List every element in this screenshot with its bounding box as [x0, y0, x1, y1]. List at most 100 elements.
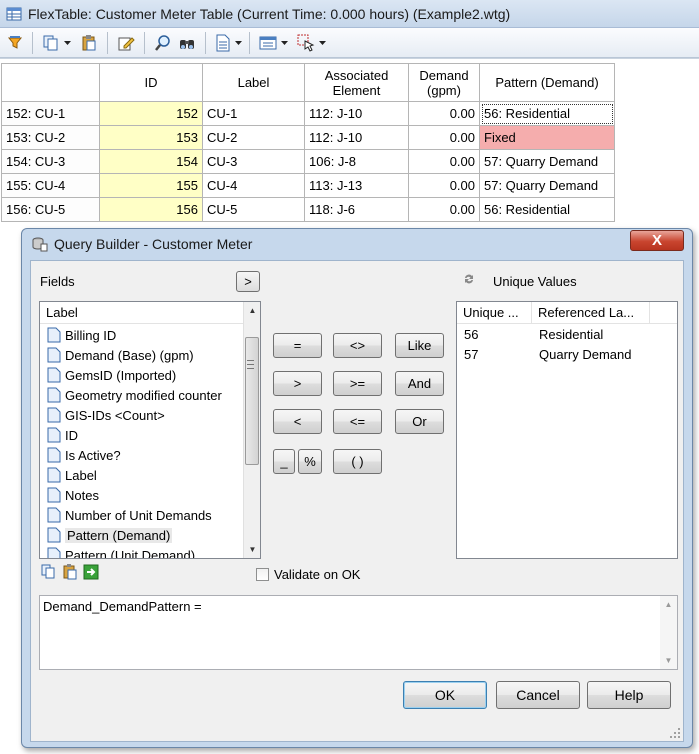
list-item[interactable]: GemsID (Imported) — [40, 365, 244, 385]
list-item[interactable]: 56 Residential — [457, 324, 677, 344]
associated-element-cell[interactable]: 118: J-6 — [304, 197, 409, 222]
list-item[interactable]: Geometry modified counter — [40, 385, 244, 405]
field-list-header[interactable]: Label — [40, 302, 260, 324]
row-header[interactable]: 156: CU-5 — [1, 197, 100, 222]
copy-dropdown-arrow[interactable] — [63, 32, 72, 54]
copy-button[interactable] — [42, 32, 60, 54]
column-header-label[interactable]: Label — [202, 63, 305, 102]
list-item[interactable]: 57 Quarry Demand — [457, 344, 677, 364]
expand-button[interactable]: > — [236, 271, 260, 292]
less-equal-button[interactable]: <= — [333, 409, 382, 434]
associated-element-cell[interactable]: 112: J-10 — [304, 125, 409, 150]
edit-button[interactable] — [117, 32, 135, 54]
scroll-down-icon[interactable]: ▼ — [244, 541, 260, 558]
id-cell[interactable]: 156 — [99, 197, 203, 222]
label-cell[interactable]: CU-3 — [202, 149, 305, 174]
parentheses-button[interactable]: ( ) — [333, 449, 382, 474]
refresh-icon[interactable] — [463, 273, 475, 285]
id-cell[interactable]: 152 — [99, 101, 203, 126]
column-header-pattern-demand[interactable]: Pattern (Demand) — [479, 63, 615, 102]
like-button[interactable]: Like — [395, 333, 444, 358]
resize-grip-icon[interactable] — [669, 727, 681, 739]
list-item[interactable]: Billing ID — [40, 325, 244, 345]
paste-icon[interactable] — [62, 564, 78, 580]
find-button[interactable] — [178, 32, 196, 54]
demand-cell[interactable]: 0.00 — [408, 149, 480, 174]
id-cell[interactable]: 153 — [99, 125, 203, 150]
table-row[interactable]: 153: CU-2 153 CU-2 112: J-10 0.00 Fixed — [1, 125, 615, 150]
associated-element-cell[interactable]: 113: J-13 — [304, 173, 409, 198]
list-item[interactable]: Pattern (Unit Demand) — [40, 545, 244, 558]
field-list[interactable]: Label Billing ID Demand (Base) (gpm) Gem… — [39, 301, 261, 559]
column-header-id[interactable]: ID — [99, 63, 203, 102]
table-row[interactable]: 154: CU-3 154 CU-3 106: J-8 0.00 57: Qua… — [1, 149, 615, 174]
dialog-title-bar[interactable]: Query Builder - Customer Meter X — [22, 229, 692, 259]
demand-cell[interactable]: 0.00 — [408, 125, 480, 150]
expression-scrollbar[interactable]: ▲ ▼ — [660, 596, 677, 669]
id-cell[interactable]: 154 — [99, 149, 203, 174]
list-item[interactable]: Is Active? — [40, 445, 244, 465]
row-header[interactable]: 155: CU-4 — [1, 173, 100, 198]
greater-than-button[interactable]: > — [273, 371, 322, 396]
column-header-demand[interactable]: Demand (gpm) — [408, 63, 480, 102]
id-cell[interactable]: 155 — [99, 173, 203, 198]
expression-textarea[interactable]: Demand_DemandPattern = ▲ ▼ — [39, 595, 678, 670]
pattern-cell[interactable]: 57: Quarry Demand — [479, 149, 615, 174]
not-equals-button[interactable]: <> — [333, 333, 382, 358]
or-button[interactable]: Or — [395, 409, 444, 434]
list-item-selected[interactable]: Pattern (Demand) — [40, 525, 244, 545]
list-item[interactable]: Notes — [40, 485, 244, 505]
list-item[interactable]: ID — [40, 425, 244, 445]
report-button[interactable] — [215, 32, 231, 54]
percent-button[interactable]: % — [298, 449, 322, 474]
validate-on-ok-option[interactable]: Validate on OK — [256, 567, 360, 582]
associated-element-cell[interactable]: 112: J-10 — [304, 101, 409, 126]
table-row[interactable]: 156: CU-5 156 CU-5 118: J-6 0.00 56: Res… — [1, 197, 615, 222]
row-header[interactable]: 154: CU-3 — [1, 149, 100, 174]
referenced-label-column-header[interactable]: Referenced La... — [532, 302, 650, 323]
list-item[interactable]: Demand (Base) (gpm) — [40, 345, 244, 365]
filter-button[interactable] — [7, 32, 23, 54]
row-header[interactable]: 153: CU-2 — [1, 125, 100, 150]
less-than-button[interactable]: < — [273, 409, 322, 434]
pattern-cell[interactable]: 56: Residential — [479, 197, 615, 222]
help-button[interactable]: Help — [587, 681, 671, 709]
label-cell[interactable]: CU-2 — [202, 125, 305, 150]
paste-button[interactable] — [80, 32, 98, 54]
field-list-scrollbar[interactable]: ▲ ▼ — [243, 302, 260, 558]
report-dropdown-arrow[interactable] — [234, 32, 243, 54]
table-options-dropdown-arrow[interactable] — [280, 32, 289, 54]
close-button[interactable]: X — [630, 230, 684, 251]
unique-values-list[interactable]: Unique ... Referenced La... 56 Residenti… — [456, 301, 678, 559]
list-item[interactable]: Label — [40, 465, 244, 485]
row-header[interactable]: 152: CU-1 — [1, 101, 100, 126]
pattern-cell[interactable]: 56: Residential — [479, 101, 615, 126]
cancel-button[interactable]: Cancel — [496, 681, 580, 709]
table-row[interactable]: 155: CU-4 155 CU-4 113: J-13 0.00 57: Qu… — [1, 173, 615, 198]
demand-cell[interactable]: 0.00 — [408, 101, 480, 126]
ok-button[interactable]: OK — [403, 681, 487, 709]
equals-button[interactable]: = — [273, 333, 322, 358]
associated-element-cell[interactable]: 106: J-8 — [304, 149, 409, 174]
apply-arrow-icon[interactable] — [83, 564, 99, 580]
and-button[interactable]: And — [395, 371, 444, 396]
table-row[interactable]: 152: CU-1 152 CU-1 112: J-10 0.00 56: Re… — [1, 101, 615, 126]
zoom-button[interactable] — [154, 32, 172, 54]
table-options-button[interactable] — [259, 32, 277, 54]
unique-column-header[interactable]: Unique ... — [457, 302, 532, 323]
label-cell[interactable]: CU-4 — [202, 173, 305, 198]
list-item[interactable]: GIS-IDs <Count> — [40, 405, 244, 425]
greater-equal-button[interactable]: >= — [333, 371, 382, 396]
scroll-down-icon[interactable]: ▼ — [660, 652, 677, 669]
underscore-button[interactable]: _ — [273, 449, 295, 474]
column-header-associated-element[interactable]: Associated Element — [304, 63, 409, 102]
select-button[interactable] — [297, 32, 315, 54]
corner-header[interactable] — [1, 63, 100, 102]
pattern-cell[interactable]: Fixed — [479, 125, 615, 150]
copy-icon[interactable] — [41, 564, 57, 580]
scroll-up-icon[interactable]: ▲ — [244, 302, 260, 319]
pattern-cell[interactable]: 57: Quarry Demand — [479, 173, 615, 198]
scroll-thumb[interactable] — [245, 337, 259, 465]
list-item[interactable]: Number of Unit Demands — [40, 505, 244, 525]
select-dropdown-arrow[interactable] — [318, 32, 327, 54]
